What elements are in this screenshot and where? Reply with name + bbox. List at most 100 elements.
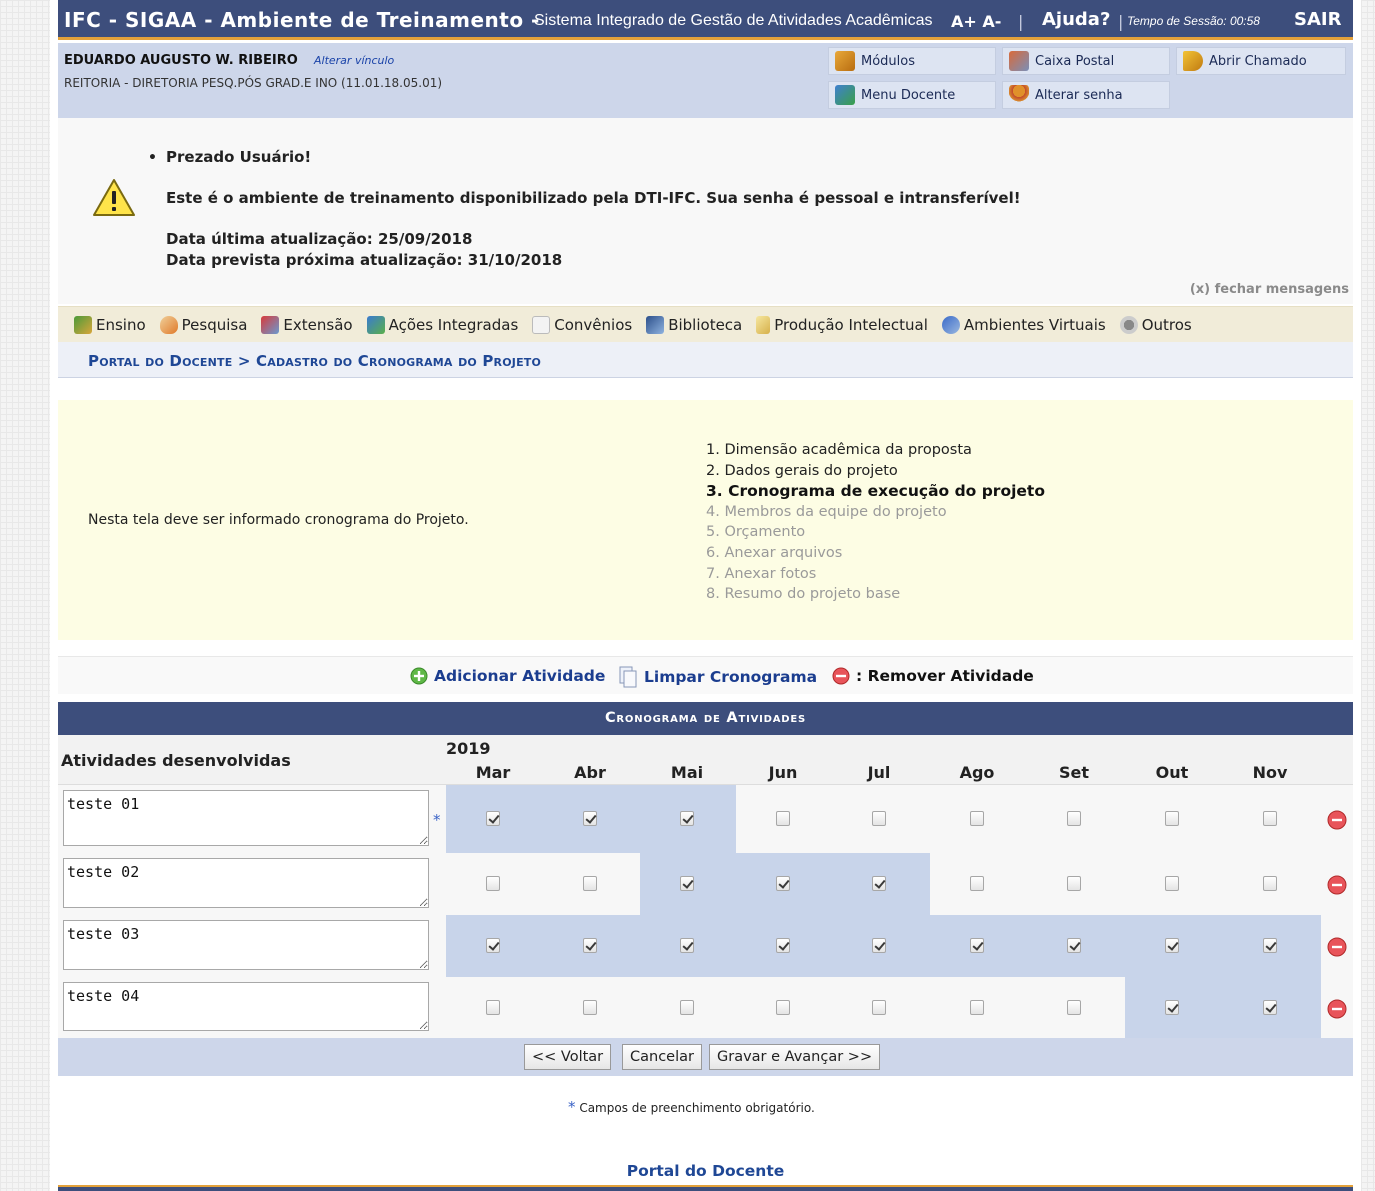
month-checkbox[interactable] [583, 876, 597, 891]
activity-textarea[interactable] [63, 982, 429, 1031]
month-checkbox[interactable] [776, 938, 790, 953]
month-checkbox[interactable] [776, 999, 790, 1015]
clear-schedule-button[interactable]: Limpar Cronograma [618, 666, 817, 688]
save-and-advance-button[interactable]: Gravar e Avançar >> [709, 1044, 881, 1070]
open-ticket-label: Abrir Chamado [1209, 53, 1307, 69]
month-checkbox[interactable] [1263, 811, 1277, 826]
message-line-2: Data última atualização: 25/09/2018 [166, 230, 473, 248]
month-header: Ago [959, 763, 995, 782]
cancel-button[interactable]: Cancelar [622, 1044, 702, 1070]
table-row: * [58, 785, 1353, 853]
month-header: Out [1155, 763, 1189, 782]
menu-item-ensino[interactable]: Ensino [74, 315, 146, 334]
step-6: 6. Anexar arquivos [706, 544, 843, 561]
month-checkbox[interactable] [970, 811, 984, 826]
teacher-menu-icon [835, 85, 855, 105]
remove-row-icon[interactable] [1327, 999, 1347, 1019]
month-checkbox[interactable] [970, 999, 984, 1015]
month-checkbox[interactable] [1263, 876, 1277, 891]
month-checkbox[interactable] [486, 876, 500, 891]
teacher-menu-label: Menu Docente [861, 87, 956, 103]
mailbox-button[interactable]: Caixa Postal [1002, 47, 1170, 75]
open-ticket-button[interactable]: Abrir Chamado [1176, 47, 1346, 75]
month-header: Set [1058, 763, 1090, 782]
activity-textarea[interactable] [63, 858, 429, 908]
activities-column-header: Atividades desenvolvidas [61, 751, 291, 770]
remove-row-icon[interactable] [1327, 875, 1347, 895]
month-checkbox[interactable] [583, 938, 597, 953]
menu-item-producao-intelectual[interactable]: Produção Intelectual [756, 315, 928, 334]
menu-item-convenios[interactable]: Convênios [532, 315, 632, 334]
step-8: 8. Resumo do projeto base [706, 586, 901, 603]
outros-icon [1119, 315, 1138, 334]
month-header: Nov [1252, 763, 1288, 782]
month-checkbox[interactable] [1165, 876, 1179, 891]
session-timer: Tempo de Sessão: 00:58 [1127, 14, 1260, 28]
remove-row-icon[interactable] [1327, 937, 1347, 957]
month-checkbox[interactable] [1067, 938, 1081, 953]
modules-button[interactable]: Módulos [828, 47, 996, 75]
message-box: • Prezado Usuário! Este é o ambiente de … [58, 118, 1353, 304]
month-checkbox[interactable] [680, 811, 694, 826]
remove-row-icon[interactable] [1327, 810, 1347, 830]
month-checkbox[interactable] [872, 938, 886, 953]
month-checkbox[interactable] [1263, 938, 1277, 953]
month-checkbox[interactable] [583, 811, 597, 826]
change-link-link[interactable]: Alterar vínculo [314, 54, 394, 67]
info-text: Nesta tela deve ser informado cronograma… [88, 512, 469, 528]
menu-item-extensao[interactable]: Extensão [261, 315, 353, 334]
month-checkbox[interactable] [680, 999, 694, 1015]
add-icon [410, 667, 428, 685]
month-checkbox[interactable] [1165, 999, 1179, 1015]
page-container: IFC - SIGAA - Ambiente de Treinamento - … [58, 0, 1353, 1191]
menu-item-outros[interactable]: Outros [1119, 315, 1192, 334]
mailbox-label: Caixa Postal [1035, 53, 1115, 69]
month-checkbox[interactable] [1263, 999, 1277, 1015]
extensao-icon [261, 315, 280, 334]
month-checkbox[interactable] [680, 876, 694, 891]
menu-item-biblioteca[interactable]: Biblioteca [646, 315, 742, 334]
help-link[interactable]: Ajuda? [1042, 9, 1110, 30]
month-checkbox[interactable] [970, 938, 984, 953]
logout-link[interactable]: SAIR [1294, 9, 1341, 30]
month-checkbox[interactable] [1165, 811, 1179, 826]
month-checkbox[interactable] [872, 999, 886, 1015]
table-row [58, 853, 1353, 915]
modules-icon [835, 51, 855, 71]
convenios-icon [532, 315, 551, 334]
month-checkbox[interactable] [486, 938, 500, 953]
table-row [58, 915, 1353, 977]
menu-item-acoes-integradas[interactable]: Ações Integradas [366, 315, 518, 334]
month-checkbox[interactable] [680, 938, 694, 953]
teacher-menu-button[interactable]: Menu Docente [828, 81, 996, 109]
month-checkbox[interactable] [776, 876, 790, 891]
menu-item-ambientes-virtuais[interactable]: Ambientes Virtuais [941, 315, 1106, 334]
form-buttons-bar: << Voltar Cancelar Gravar e Avançar >> [58, 1038, 1353, 1076]
close-messages-link[interactable]: (x) fechar mensagens [1190, 282, 1349, 297]
message-line-1: Este é o ambiente de treinamento disponi… [166, 189, 1021, 207]
message-greeting: Prezado Usuário! [166, 148, 312, 166]
page-left-margin [0, 0, 50, 1191]
table-row [58, 977, 1353, 1038]
month-checkbox[interactable] [872, 811, 886, 826]
month-checkbox[interactable] [583, 999, 597, 1015]
font-size-controls[interactable]: A+ A- [951, 12, 1001, 31]
month-checkbox[interactable] [486, 999, 500, 1015]
change-password-button[interactable]: Alterar senha [1002, 81, 1170, 109]
month-checkbox[interactable] [776, 811, 790, 826]
month-checkbox[interactable] [1067, 876, 1081, 891]
back-button[interactable]: << Voltar [524, 1044, 612, 1070]
month-checkbox[interactable] [486, 811, 500, 826]
activity-textarea[interactable] [63, 920, 429, 970]
month-checkbox[interactable] [970, 876, 984, 891]
add-activity-button[interactable]: Adicionar Atividade [410, 667, 605, 685]
mailbox-icon [1009, 51, 1029, 71]
month-checkbox[interactable] [1165, 938, 1179, 953]
month-checkbox[interactable] [1067, 811, 1081, 826]
activity-textarea[interactable] [63, 790, 429, 846]
year-header: 2019 [446, 739, 491, 758]
footer-portal-link[interactable]: Portal do Docente [58, 1162, 1353, 1180]
month-checkbox[interactable] [872, 876, 886, 891]
month-checkbox[interactable] [1067, 999, 1081, 1015]
menu-item-pesquisa[interactable]: Pesquisa [159, 315, 247, 334]
